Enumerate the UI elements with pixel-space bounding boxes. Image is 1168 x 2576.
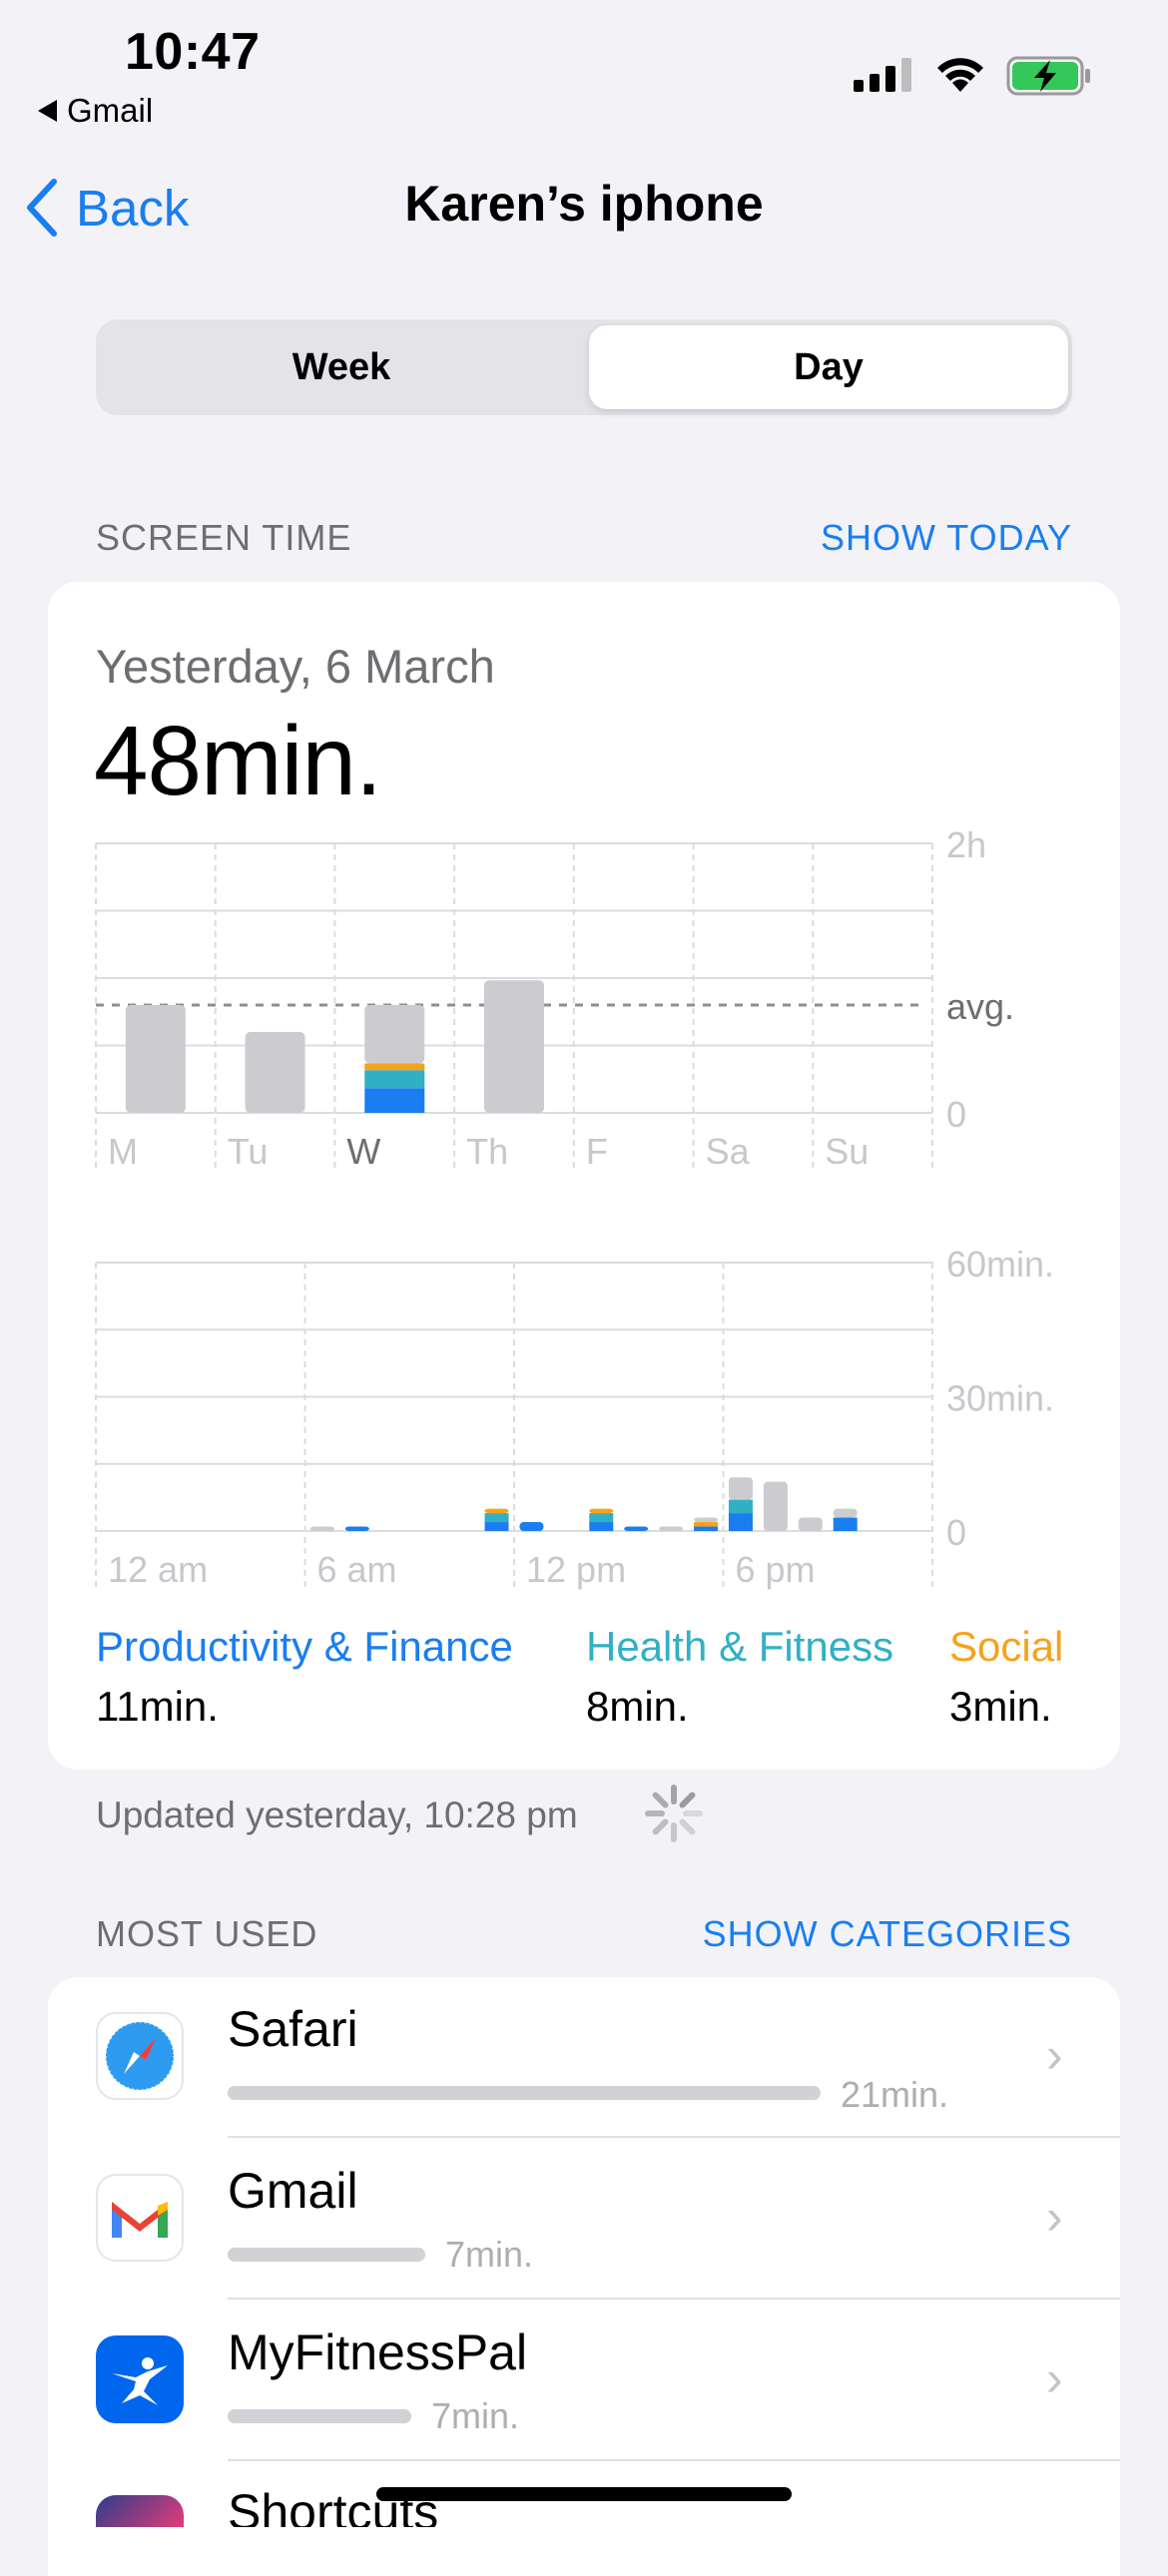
app-row-gmail[interactable]	[48, 2138, 1120, 2298]
shortcuts-icon	[96, 2495, 184, 2527]
usage-time-myfitnesspal: 7min.	[431, 2395, 520, 2436]
spinner-spoke	[652, 1792, 669, 1808]
app-row-safari[interactable]	[48, 1977, 1120, 2137]
bar[interactable]	[798, 1517, 823, 1531]
bar[interactable]	[728, 1499, 753, 1514]
app-name-myfitnesspal: MyFitnessPal	[228, 2324, 528, 2380]
app-row-myfitnesspal[interactable]	[48, 2300, 1120, 2459]
chevron-right-icon: ›	[1046, 2350, 1063, 2406]
usage-bar-myfitnesspal	[228, 2409, 411, 2423]
bar[interactable]	[694, 1526, 719, 1531]
updated-timestamp: Updated yesterday, 10:28 pm	[96, 1795, 578, 1835]
spinner-spoke	[652, 1818, 669, 1835]
category-productivity-label[interactable]: Productivity & Finance	[96, 1623, 513, 1671]
bar[interactable]	[833, 1517, 858, 1531]
bar[interactable]	[728, 1477, 753, 1500]
bar[interactable]	[309, 1526, 334, 1531]
chevron-right-icon: ›	[1046, 2027, 1063, 2083]
bar[interactable]	[589, 1508, 614, 1514]
bar[interactable]	[589, 1513, 614, 1523]
usage-time-gmail: 7min.	[445, 2234, 534, 2275]
bar[interactable]	[694, 1522, 719, 1527]
y-tick-label: 0	[946, 1512, 966, 1553]
show-categories-link[interactable]: SHOW CATEGORIES	[703, 1913, 1072, 1955]
bar[interactable]	[833, 1508, 858, 1518]
most-used-section-header: MOST USED	[96, 1913, 318, 1954]
category-social-time: 3min.	[949, 1683, 1052, 1730]
app-name-safari: Safari	[228, 2001, 358, 2057]
hourly-usage-chart: 60min. 30min. 0 12 am 6 am 12 pm 6 pm	[95, 1244, 1054, 1591]
bar[interactable]	[484, 1513, 509, 1523]
gmail-icon	[96, 2174, 184, 2262]
category-social-label[interactable]: Social	[949, 1623, 1063, 1671]
x-tick-label: 6 pm	[736, 1549, 816, 1590]
bar[interactable]	[763, 1481, 788, 1531]
spinner-spoke	[679, 1792, 696, 1808]
chevron-right-icon: ›	[1046, 2189, 1063, 2245]
x-tick-label: 6 am	[317, 1549, 397, 1590]
bar[interactable]	[344, 1526, 369, 1531]
usage-bar-gmail	[228, 2248, 425, 2262]
bar[interactable]	[624, 1526, 649, 1531]
category-productivity-time: 11min.	[96, 1683, 219, 1730]
bar[interactable]	[694, 1517, 719, 1523]
y-tick-label: 30min.	[946, 1378, 1054, 1419]
bar[interactable]	[519, 1522, 544, 1531]
loading-spinner-icon	[645, 1785, 703, 1842]
spinner-spoke	[679, 1818, 696, 1835]
bar[interactable]	[728, 1513, 753, 1531]
usage-time-safari: 21min.	[841, 2074, 949, 2115]
y-tick-label: 60min.	[946, 1244, 1054, 1285]
myfitnesspal-icon	[96, 2335, 184, 2423]
x-tick-label: 12 am	[108, 1549, 208, 1590]
bar[interactable]	[484, 1522, 509, 1531]
bar[interactable]	[589, 1522, 614, 1531]
category-health-time: 8min.	[586, 1683, 689, 1730]
bar[interactable]	[484, 1508, 509, 1514]
app-name-gmail: Gmail	[228, 2163, 358, 2219]
bar[interactable]	[659, 1526, 684, 1531]
safari-icon	[96, 2012, 184, 2100]
category-health-label[interactable]: Health & Fitness	[586, 1623, 893, 1671]
usage-bar-safari	[228, 2086, 821, 2100]
x-tick-label: 12 pm	[526, 1549, 626, 1590]
home-indicator	[376, 2487, 792, 2501]
